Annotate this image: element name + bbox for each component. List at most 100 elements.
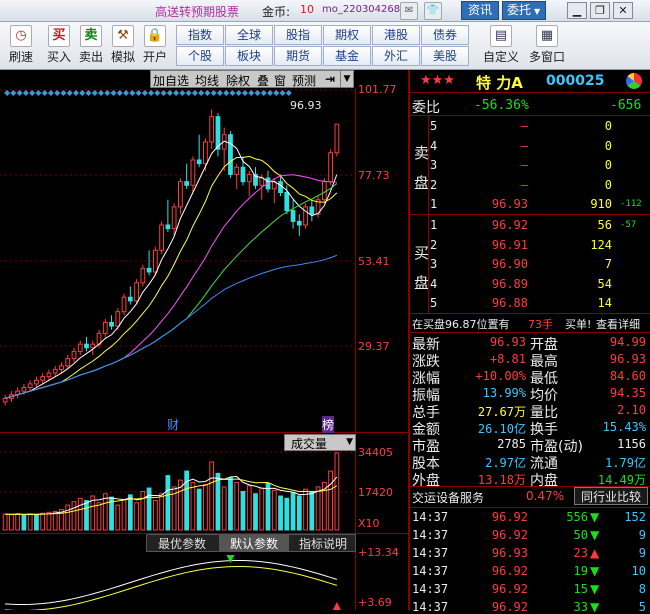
candle-body [152,249,158,273]
candle-body [127,296,133,302]
candle-body [171,206,177,230]
volume-bar [203,484,208,531]
order-level: 5 [430,296,438,311]
kline-chart-panel[interactable]: 加自选 均线 除权 叠 窗 预测 ⇥ ▼ 96.93 101.77 77.73 … [0,70,408,610]
bid-price[interactable]: 96.88 [486,296,528,310]
overlay-button[interactable]: 叠 [257,72,269,89]
candle-body [59,365,64,370]
signal-diamond [191,90,198,96]
arrow-down-icon: ▼ [590,528,600,542]
global-button[interactable]: 全球 [225,25,273,45]
bid-price[interactable]: 96.89 [486,277,528,291]
options-button[interactable]: 期权 [323,25,371,45]
bid-price[interactable]: 96.90 [486,257,528,271]
simulate-button[interactable]: ⚒ 模拟 [108,25,138,67]
signal-diamond [123,90,130,96]
sector-compare-button[interactable]: 同行业比较 [574,487,648,505]
stat-label: 外盘 [412,473,440,489]
view-details-link[interactable]: 查看详细 [596,316,640,332]
tick-price: 96.92 [491,528,528,542]
forex-button[interactable]: 外汇 [372,46,420,66]
stock-button[interactable]: 个股 [176,46,224,66]
candle-body [190,159,196,186]
futures-button[interactable]: 期货 [274,46,322,66]
customize-button[interactable]: ▤ 自定义 [478,25,524,67]
order-level: 1 [430,197,438,212]
volume-bar [284,497,290,531]
bid-price[interactable]: 96.92 [486,218,528,232]
add-watchlist-button[interactable]: 加自选 [153,72,189,89]
app-title: 高送转预期股票 [155,5,240,19]
jump-icon[interactable]: ⇥ [325,72,335,86]
trust-button[interactable]: 委托 ▼ [502,1,546,20]
volume-bar [265,483,271,531]
restore-button[interactable]: ❐ [590,2,610,19]
chart-menu-dropdown-icon[interactable]: ▼ [340,70,354,88]
ex-right-button[interactable]: 除权 [226,72,250,89]
stock-name: 特 力A [476,74,523,92]
stock-index-button[interactable]: 股指 [274,25,322,45]
bid-volume: 7 [604,257,612,272]
simulate-label: 模拟 [110,50,135,64]
event-label-finance[interactable]: 财 [167,416,179,433]
sell-button[interactable]: 卖 卖出 [76,25,106,67]
bid-volume-change: -57 [620,220,637,230]
order-level: 2 [430,237,438,252]
tab-default-params[interactable]: 默认参数 [219,535,289,551]
candle-body [259,177,265,186]
bond-button[interactable]: 债券 [421,25,469,45]
dropdown-arrow-icon: ▼ [534,7,541,16]
signal-diamond [4,90,11,96]
us-stock-button[interactable]: 美股 [421,46,469,66]
ask-price[interactable]: – [486,119,528,133]
tab-optimal-params[interactable]: 最优参数 [147,535,217,551]
pie-chart-icon[interactable] [626,73,642,89]
sector-name[interactable]: 交运设备服务 [412,489,484,506]
sector-button[interactable]: 板块 [225,46,273,66]
arrow-down-icon: ▼ [590,600,600,614]
volume-bar [328,470,333,531]
volume-bar [165,475,171,531]
volume-axis-label: 34405 [358,446,393,459]
index-button[interactable]: 指数 [176,25,224,45]
buy-button[interactable]: 买 买入 [44,25,74,67]
hk-stock-button[interactable]: 港股 [372,25,420,45]
volume-header[interactable]: 成交量 ▼ [284,434,356,451]
candle-body [284,192,290,212]
volume-bar [15,513,21,531]
close-button[interactable]: ✕ [613,2,633,19]
signal-diamond [223,90,230,96]
tab-indicator-help[interactable]: 指标说明 [291,535,355,551]
minimize-button[interactable]: ▁ [567,2,587,19]
username[interactable]: mo_220304268 [322,4,400,15]
volume-bar [196,488,202,531]
open-account-button[interactable]: 🔒 开户 [140,25,170,67]
ask-price[interactable]: – [486,139,528,153]
tick-price: 96.92 [491,582,528,596]
kline-chart-svg[interactable] [0,70,408,610]
signal-diamond [110,90,117,96]
sector-percent: 0.47% [526,489,565,503]
ask-price[interactable]: – [486,158,528,172]
ask-price[interactable]: – [486,178,528,192]
sell-icon: 卖 [80,25,102,47]
ask-price[interactable]: 96.93 [486,197,528,211]
shirt-icon[interactable]: 👕 [424,2,442,20]
fund-button[interactable]: 基金 [323,46,371,66]
ma-button[interactable]: 均线 [195,72,219,89]
volume-axis-label: 17420 [358,486,393,499]
refresh-speed-button[interactable]: ◷ 刷速 [6,25,36,67]
signal-diamond [91,90,98,96]
event-label-ranking[interactable]: 榜 [322,416,335,433]
volume-bar [209,461,215,531]
mail-icon[interactable]: ✉ [400,2,418,20]
volume-bar [234,481,240,531]
multi-window-button[interactable]: ▦ 多窗口 [524,25,570,67]
window-button[interactable]: 窗 [274,72,286,89]
bid-price[interactable]: 96.91 [486,238,528,252]
indicator-tabs: 最优参数 默认参数 指标说明 [146,534,356,552]
forecast-button[interactable]: 预测 [292,72,316,89]
news-button[interactable]: 资讯 [461,1,499,20]
signal-diamond [179,90,186,96]
divider [408,70,410,610]
